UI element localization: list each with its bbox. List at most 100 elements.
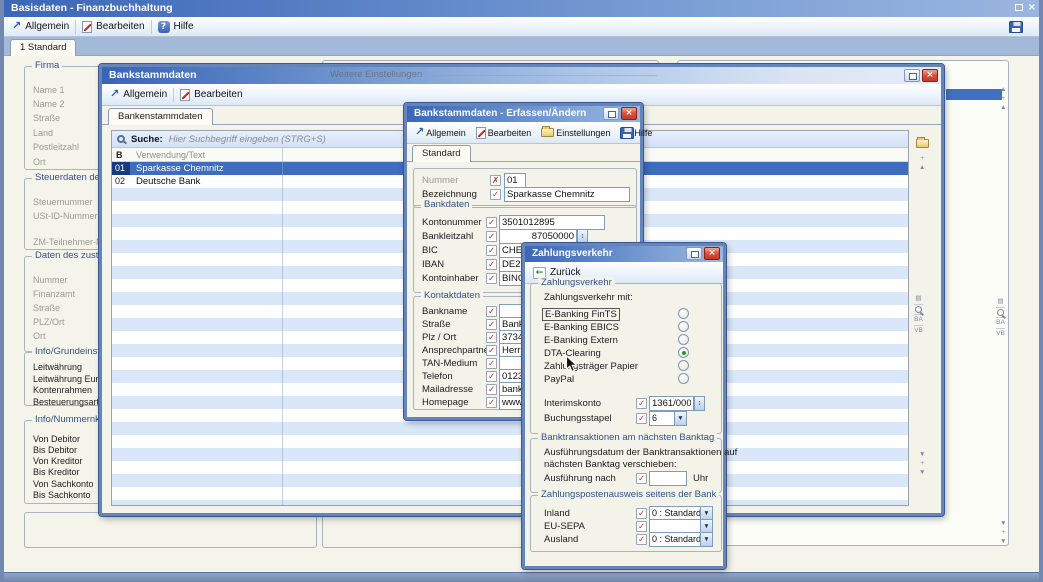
scroll-end-icon[interactable]: ▼ (1000, 538, 1006, 546)
main-window-title: Basisdaten - Finanzbuchhaltung (11, 2, 173, 14)
column-header-b[interactable]: B (112, 148, 130, 161)
field-cross-icon[interactable]: ✗ (490, 175, 501, 186)
plus-icon[interactable]: + (1001, 95, 1005, 103)
chevron-down-icon[interactable]: ▼ (674, 411, 687, 426)
search-label: Suche: (131, 134, 163, 145)
plus-icon[interactable]: + (920, 155, 924, 163)
radio-e-banking-extern[interactable] (678, 334, 689, 345)
plus-icon[interactable]: + (920, 460, 924, 468)
close-icon[interactable]: × (1028, 2, 1036, 14)
field-check-icon[interactable]: ✓ (636, 473, 647, 484)
field-label: Straße (33, 113, 60, 123)
scroll-down-icon[interactable]: ▼ (919, 451, 925, 459)
tab-standard[interactable]: Standard (412, 145, 471, 162)
scroll-up-icon[interactable]: ▲ (1000, 104, 1006, 112)
menu-allgemein[interactable]: ↗ Allgemein (9, 20, 72, 33)
vb-badge[interactable]: VB (996, 330, 1005, 338)
scroll-top-icon[interactable]: ▲ (1000, 86, 1006, 94)
restore-icon[interactable] (904, 69, 920, 82)
field-label: Nummer (33, 275, 68, 285)
menu-bearbeiten[interactable]: Bearbeiten (473, 126, 535, 140)
erfassen-tabstrip: Standard (407, 144, 640, 162)
menu-hilfe[interactable]: ? Hilfe (155, 20, 197, 34)
field-check-icon[interactable]: ✓ (636, 508, 647, 519)
scroll-up-icon[interactable]: ▲ (919, 164, 925, 172)
field-check-icon[interactable]: ✓ (486, 345, 497, 356)
plus-icon[interactable]: + (1001, 529, 1005, 537)
main-title-bar[interactable]: Basisdaten - Finanzbuchhaltung × (4, 0, 1039, 17)
zahlungsverkehr-title-bar[interactable]: Zahlungsverkehr × (525, 246, 723, 262)
ansprechpartner-label: Ansprechpartner (422, 345, 492, 356)
close-icon[interactable]: × (621, 107, 637, 120)
ba-badge[interactable]: BA (996, 319, 1005, 327)
search-mini-icon[interactable] (997, 309, 1004, 316)
save-icon[interactable] (620, 127, 634, 139)
field-check-icon[interactable]: ✓ (486, 358, 497, 369)
field-check-icon[interactable]: ✓ (486, 259, 497, 270)
field-check-icon[interactable]: ✓ (486, 397, 497, 408)
column-header-verwendung[interactable]: Verwendung/Text (130, 148, 205, 161)
vb-badge[interactable]: VB (914, 327, 923, 335)
bankname-label: Bankname (422, 306, 467, 317)
radio-dta-clearing[interactable] (678, 347, 689, 358)
list-view-icon[interactable]: ▤ (915, 295, 921, 303)
settings-folder-icon (541, 128, 554, 137)
chevron-down-icon[interactable]: ▼ (700, 532, 713, 547)
list-view-icon[interactable]: ▤ (997, 298, 1003, 306)
close-icon[interactable]: × (704, 247, 720, 260)
ba-badge[interactable]: BA (914, 316, 923, 324)
radio-zahlungstraeger-papier[interactable] (678, 360, 689, 371)
field-check-icon[interactable]: ✓ (486, 332, 497, 343)
interimskonto-input[interactable] (649, 396, 694, 411)
menu-bearbeiten[interactable]: Bearbeiten (177, 88, 245, 102)
radio-e-banking-fints[interactable] (678, 308, 689, 319)
tab-standard[interactable]: 1 Standard (10, 39, 76, 56)
erfassen-title-bar[interactable]: Bankstammdaten - Erfassen/Ändern × (407, 106, 640, 122)
radio-e-banking-ebics[interactable] (678, 321, 689, 332)
menu-allgemein[interactable]: ↗ Allgemein (412, 126, 469, 139)
field-check-icon[interactable]: ✓ (486, 319, 497, 330)
bezeichnung-input[interactable] (504, 187, 630, 202)
buchungsstapel-value[interactable]: 6 (649, 411, 675, 426)
field-check-icon[interactable]: ✓ (486, 273, 497, 284)
folder-icon[interactable] (916, 139, 929, 148)
menu-allgemein[interactable]: ↗ Allgemein (107, 88, 170, 101)
save-icon[interactable] (1009, 21, 1023, 33)
nummer-input[interactable] (504, 173, 526, 188)
field-label: Von Debitor (33, 434, 80, 444)
erfassen-menubar: ↗ Allgemein Bearbeiten Einstellungen ? H… (407, 122, 640, 144)
field-label: Besteuerungsart (33, 397, 99, 407)
menu-einstellungen[interactable]: Einstellungen (538, 127, 613, 139)
maximize-icon[interactable] (1012, 2, 1026, 14)
close-icon[interactable]: × (922, 69, 938, 82)
field-check-icon[interactable]: ✓ (486, 245, 497, 256)
field-check-icon[interactable]: ✓ (486, 384, 497, 395)
field-check-icon[interactable]: ✓ (486, 217, 497, 228)
radio-paypal[interactable] (678, 373, 689, 384)
menu-bearbeiten[interactable]: Bearbeiten (79, 20, 147, 34)
field-check-icon[interactable]: ✓ (636, 534, 647, 545)
kontonummer-input[interactable] (499, 215, 605, 230)
scroll-down-icon[interactable]: ▼ (1000, 520, 1006, 528)
search-mini-icon[interactable] (915, 306, 922, 313)
field-check-icon[interactable]: ✓ (636, 398, 647, 409)
bank-lookup-spinner[interactable]: ↕ (577, 229, 588, 244)
field-check-icon[interactable]: ✓ (486, 306, 497, 317)
option-label: E-Banking Extern (544, 335, 618, 346)
tab-bankenstammdaten[interactable]: Bankenstammdaten (108, 108, 213, 125)
konto-lookup-spinner[interactable]: ↕ (694, 396, 705, 411)
groupbox-edge (412, 75, 657, 76)
field-check-icon[interactable]: ✓ (486, 371, 497, 382)
field-check-icon[interactable]: ✓ (636, 413, 647, 424)
ausland-select[interactable]: 0 : Standard (649, 532, 701, 547)
bankleitzahl-input[interactable] (499, 229, 577, 244)
restore-icon[interactable] (603, 107, 619, 120)
field-check-icon[interactable]: ✓ (636, 521, 647, 532)
field-check-icon[interactable]: ✓ (486, 231, 497, 242)
field-check-icon[interactable]: ✓ (490, 189, 501, 200)
scroll-top-stack: + ▲ (919, 155, 925, 172)
selected-list-row[interactable] (946, 89, 1002, 100)
restore-icon[interactable] (686, 247, 702, 260)
scroll-end-icon[interactable]: ▼ (919, 469, 925, 477)
ausfuehrung-nach-input[interactable] (649, 471, 687, 486)
